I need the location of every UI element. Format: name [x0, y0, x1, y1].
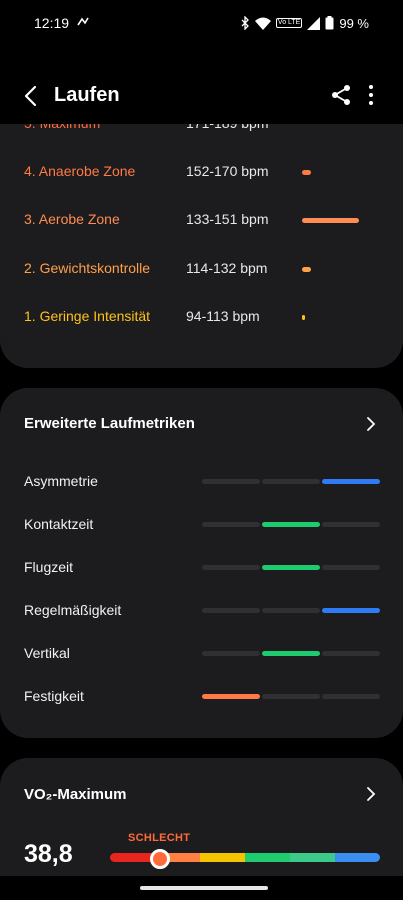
metric-label: Regelmäßigkeit: [24, 602, 122, 618]
vo2-value: 38,8: [24, 840, 73, 868]
metric-row: Festigkeit: [24, 688, 380, 708]
zone-range: 114-132 bpm: [186, 260, 268, 276]
metric-segment: [262, 479, 320, 484]
status-bar: 12:19 Vo LTE 99 %: [0, 0, 403, 46]
status-time: 12:19: [34, 15, 70, 31]
zone-bar: [302, 315, 305, 320]
zone-row: 3. Aerobe Zone 133-151 bpm: [24, 211, 379, 231]
zone-name: 4. Anaerobe Zone: [24, 163, 136, 179]
chevron-right-icon[interactable]: [365, 786, 377, 802]
metric-segment: [322, 565, 380, 570]
bluetooth-icon: [241, 16, 249, 30]
metric-segment: [262, 651, 320, 656]
metric-row: Asymmetrie: [24, 473, 380, 493]
metric-segment: [322, 522, 380, 527]
zone-bar: [302, 170, 311, 175]
metric-segment: [202, 651, 260, 656]
metric-label: Festigkeit: [24, 688, 84, 704]
zone-name: 1. Geringe Intensität: [24, 308, 151, 324]
metric-segment: [262, 608, 320, 613]
metric-label: Flugzeit: [24, 559, 74, 575]
metrics-title: Erweiterte Laufmetriken: [24, 415, 195, 432]
metric-segment: [202, 479, 260, 484]
metric-segment: [322, 608, 380, 613]
metric-segment: [202, 522, 260, 527]
vo2-scale-marker: [150, 849, 170, 869]
metric-segment: [262, 565, 320, 570]
zone-range: 94-113 bpm: [186, 308, 260, 324]
metric-label: Kontaktzeit: [24, 516, 94, 532]
signal-icon: [307, 16, 321, 30]
zone-row: 1. Geringe Intensität 94-113 bpm: [24, 308, 379, 328]
metric-row: Regelmäßigkeit: [24, 602, 380, 622]
metric-label: Asymmetrie: [24, 473, 98, 489]
zone-range: 152-170 bpm: [186, 163, 269, 179]
chevron-right-icon[interactable]: [365, 416, 377, 432]
app-header: Laufen: [0, 46, 403, 124]
zone-row: 2. Gewichtskontrolle 114-132 bpm: [24, 260, 379, 280]
metric-row: Vertikal: [24, 645, 380, 665]
battery-percent: 99 %: [339, 15, 369, 31]
vo2-status: SCHLECHT: [128, 832, 191, 844]
metric-row: Flugzeit: [24, 559, 380, 579]
more-icon[interactable]: [361, 82, 381, 108]
share-icon[interactable]: [328, 82, 354, 108]
metric-segment: [322, 479, 380, 484]
metric-segment: [202, 565, 260, 570]
vo2-title: VO₂-Maximum: [24, 786, 127, 803]
battery-icon: [325, 16, 334, 30]
metric-segment: [262, 694, 320, 699]
zone-name: 3. Aerobe Zone: [24, 211, 120, 227]
metric-label: Vertikal: [24, 645, 70, 661]
metric-segment: [202, 608, 260, 613]
zone-name: 2. Gewichtskontrolle: [24, 260, 151, 276]
metric-segment: [202, 694, 260, 699]
back-icon[interactable]: [18, 82, 46, 110]
metric-segment: [322, 694, 380, 699]
wifi-icon: [254, 17, 271, 30]
status-icons: Vo LTE 99 %: [241, 15, 369, 31]
page-title: Laufen: [54, 84, 120, 106]
zone-bar: [302, 218, 359, 223]
metric-row: Kontaktzeit: [24, 516, 380, 536]
volte-icon: Vo LTE: [275, 18, 303, 28]
heart-rate-zones-card: 5. Maximum 171-189 bpm 4. Anaerobe Zone …: [0, 100, 403, 368]
metric-segment: [262, 522, 320, 527]
zone-range: 133-151 bpm: [186, 211, 269, 227]
metric-segment: [322, 651, 380, 656]
zone-bar: [302, 267, 311, 272]
call-forward-icon: [77, 17, 89, 26]
running-metrics-card[interactable]: Erweiterte Laufmetriken Asymmetrie Konta…: [0, 388, 403, 738]
zone-row: 4. Anaerobe Zone 152-170 bpm: [24, 163, 379, 183]
home-indicator[interactable]: [140, 886, 268, 890]
